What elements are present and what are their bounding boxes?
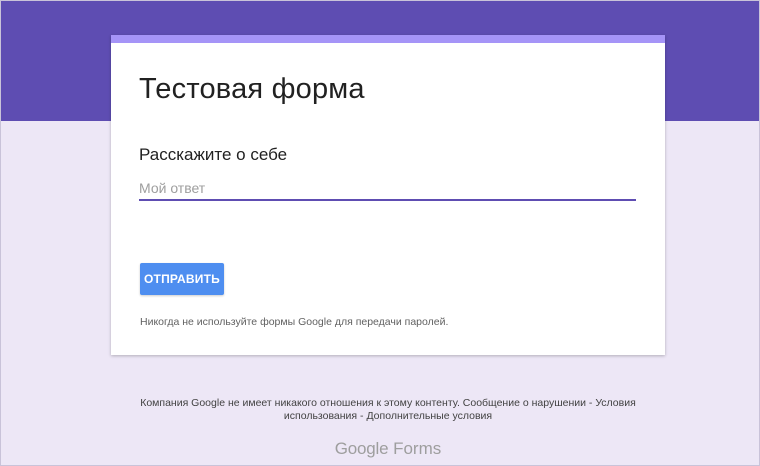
footer-disclaimer: Компания Google не имеет никакого отноше… [140, 397, 460, 409]
brand-google-text: Google [334, 439, 389, 458]
form-card: Тестовая форма Расскажите о себе ОТПРАВИ… [111, 35, 665, 355]
google-forms-logo[interactable]: Google Forms [0, 439, 760, 459]
form-title: Тестовая форма [139, 73, 365, 105]
answer-input[interactable] [139, 177, 636, 201]
footer: Компания Google не имеет никакого отноше… [130, 397, 646, 423]
question-label: Расскажите о себе [139, 145, 288, 164]
password-warning: Никогда не используйте формы Google для … [140, 316, 449, 328]
additional-terms-link[interactable]: Дополнительные условия [366, 410, 492, 422]
submit-button[interactable]: ОТПРАВИТЬ [140, 263, 224, 295]
report-abuse-link[interactable]: Сообщение о нарушении [463, 397, 586, 409]
footer-separator: - [586, 397, 596, 409]
brand-forms-text: Forms [393, 439, 442, 458]
card-accent-bar [111, 35, 665, 43]
